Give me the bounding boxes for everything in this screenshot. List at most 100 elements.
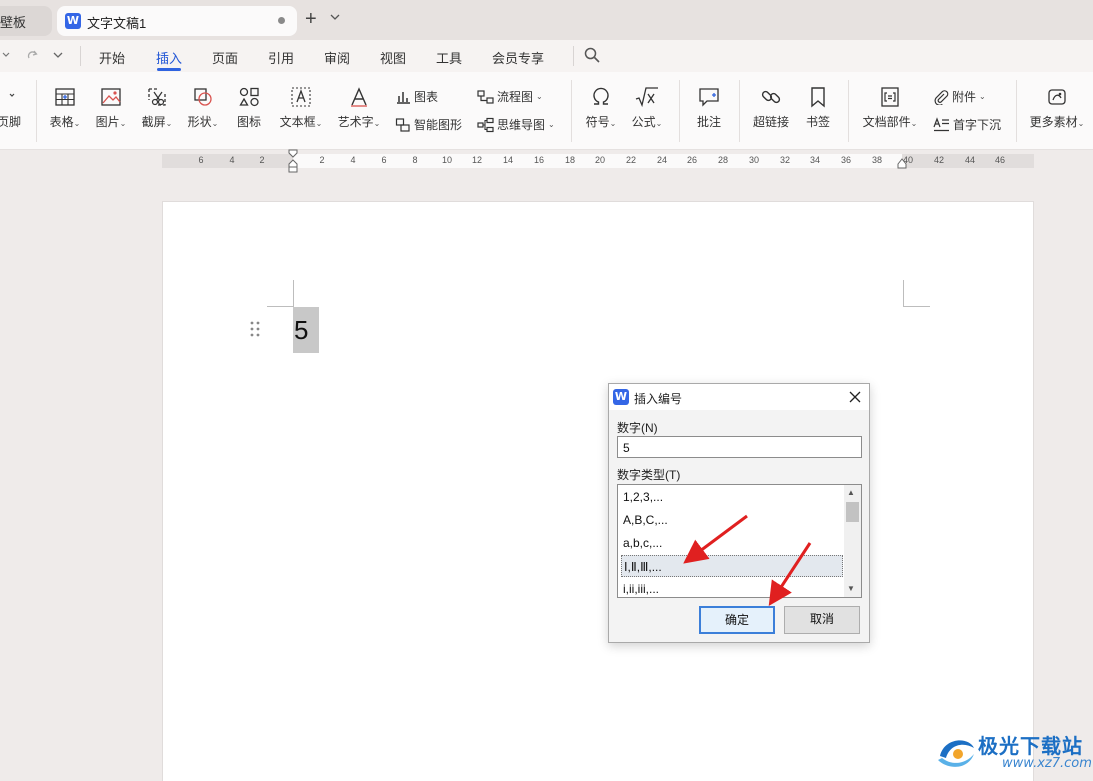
omega-symbol-icon bbox=[593, 87, 609, 105]
menu-bar: 开始 插入 页面 引用 审阅 视图 工具 会员专享 bbox=[0, 40, 1093, 72]
ruler-tick-label: 36 bbox=[840, 155, 852, 165]
document-selected-text[interactable]: 5 bbox=[293, 307, 319, 353]
screenshot-button[interactable]: 截屏⌄ bbox=[138, 86, 176, 130]
watermark-logo bbox=[938, 740, 974, 767]
ruler-tick-label: 8 bbox=[412, 155, 418, 165]
footer-label: 页脚 bbox=[0, 115, 21, 129]
tab-title: 文字文稿1 bbox=[87, 16, 147, 31]
ruler-tick-label: 46 bbox=[994, 155, 1006, 165]
indent-marker-icon[interactable] bbox=[288, 149, 298, 173]
redo-icon[interactable] bbox=[26, 48, 40, 62]
menu-references[interactable]: 引用 bbox=[268, 48, 294, 67]
flowchart-button[interactable]: 流程图 ⌄ bbox=[477, 88, 543, 105]
doc-parts-button[interactable]: 文档部件⌄ bbox=[861, 86, 919, 130]
menu-insert[interactable]: 插入 bbox=[156, 48, 182, 71]
ribbon-separator bbox=[739, 80, 740, 142]
comment-button[interactable]: 批注 bbox=[693, 86, 725, 130]
tab-dropdown-chevron-icon[interactable] bbox=[330, 13, 340, 21]
menu-review[interactable]: 审阅 bbox=[324, 48, 350, 67]
menu-page[interactable]: 页面 bbox=[212, 48, 238, 67]
icons-icon bbox=[239, 87, 259, 107]
ruler-tick-label: 22 bbox=[625, 155, 637, 165]
insert-number-dialog: W 插入编号 数字(N) 5 数字类型(T) 1,2,3,... A,B,C,.… bbox=[608, 383, 870, 643]
scroll-thumb[interactable] bbox=[846, 502, 859, 522]
paragraph-drag-handle-icon[interactable] bbox=[250, 321, 260, 337]
ruler-tick-label: 32 bbox=[779, 155, 791, 165]
ribbon-separator bbox=[571, 80, 572, 142]
wordart-label: 艺术字 bbox=[337, 115, 374, 129]
ruler-tick-label: 14 bbox=[502, 155, 514, 165]
list-item[interactable]: 1,2,3,... bbox=[621, 486, 843, 508]
new-tab-plus-icon[interactable]: + bbox=[305, 9, 317, 29]
textbox-label: 文本框 bbox=[279, 115, 316, 129]
ruler-tick-label: 24 bbox=[656, 155, 668, 165]
picture-button[interactable]: 图片⌄ bbox=[92, 86, 130, 130]
shape-label: 形状 bbox=[187, 115, 212, 129]
list-item[interactable]: A,B,C,... bbox=[621, 509, 843, 531]
symbol-button[interactable]: 符号⌄ bbox=[582, 86, 620, 130]
wordart-button[interactable]: 艺术字⌄ bbox=[335, 86, 383, 130]
footer-button[interactable]: 页脚 bbox=[0, 86, 24, 130]
scroll-up-icon[interactable]: ▲ bbox=[847, 488, 855, 497]
chart-button[interactable]: 图表 bbox=[395, 88, 438, 105]
undo-dropdown-chevron-icon[interactable] bbox=[2, 52, 10, 58]
ok-button[interactable]: 确定 bbox=[699, 606, 775, 634]
cancel-button[interactable]: 取消 bbox=[784, 606, 860, 634]
mindmap-button[interactable]: 思维导图 ⌄ bbox=[477, 116, 555, 133]
attachment-button[interactable]: 附件 ⌄ bbox=[933, 88, 986, 105]
list-item-selected[interactable]: Ⅰ,Ⅱ,Ⅲ,... bbox=[621, 555, 843, 577]
assets-icon bbox=[1048, 89, 1066, 105]
picture-icon bbox=[101, 88, 121, 106]
dialog-titlebar[interactable]: W 插入编号 bbox=[609, 384, 869, 410]
table-icon bbox=[55, 88, 75, 106]
shape-button[interactable]: 形状⌄ bbox=[184, 86, 222, 130]
tab-previous-document[interactable]: 壁板 bbox=[0, 6, 52, 36]
tab-document-active[interactable]: W 文字文稿1 bbox=[57, 6, 297, 36]
textbox-button[interactable]: 文本框⌄ bbox=[277, 86, 325, 130]
footer-icon bbox=[9, 93, 15, 97]
formula-icon bbox=[635, 87, 658, 108]
ruler-tick-label: 38 bbox=[871, 155, 883, 165]
close-icon[interactable] bbox=[845, 388, 865, 406]
number-input[interactable]: 5 bbox=[617, 436, 862, 458]
ruler-tick-label: 16 bbox=[533, 155, 545, 165]
list-item[interactable]: a,b,c,... bbox=[621, 532, 843, 554]
smart-graphic-button[interactable]: 智能图形 bbox=[395, 116, 462, 133]
bookmark-button[interactable]: 书签 bbox=[803, 86, 833, 130]
icon-library-button[interactable]: 图标 bbox=[232, 86, 266, 130]
unsaved-dot-icon[interactable] bbox=[278, 17, 285, 24]
mindmap-label: 思维导图 bbox=[497, 118, 546, 132]
number-type-list[interactable]: 1,2,3,... A,B,C,... a,b,c,... Ⅰ,Ⅱ,Ⅲ,... … bbox=[617, 484, 862, 598]
horizontal-ruler[interactable]: 6 4 2 2 4 6 8 10 12 14 16 18 20 22 24 26… bbox=[162, 149, 1034, 173]
comment-label: 批注 bbox=[696, 115, 721, 129]
more-assets-label: 更多素材 bbox=[1029, 115, 1078, 129]
menu-view[interactable]: 视图 bbox=[380, 48, 406, 67]
quick-access-chevron-icon[interactable] bbox=[53, 52, 63, 59]
menu-member[interactable]: 会员专享 bbox=[492, 48, 544, 67]
ribbon-toolbar: 页脚 表格⌄ 图片⌄ 截屏⌄ 形状⌄ 图标 文本框⌄ 艺术字⌄ 图表 智能图形 … bbox=[0, 72, 1093, 150]
ruler-tick-label: 26 bbox=[686, 155, 698, 165]
menu-tools[interactable]: 工具 bbox=[436, 48, 462, 67]
formula-label: 公式 bbox=[631, 115, 656, 129]
hyperlink-button[interactable]: 超链接 bbox=[751, 86, 791, 130]
right-indent-marker-icon[interactable] bbox=[897, 158, 907, 170]
more-assets-button[interactable]: 更多素材⌄ bbox=[1028, 86, 1086, 130]
dropcap-button[interactable]: 首字下沉 bbox=[933, 116, 1001, 133]
list-item[interactable]: i,ii,iii,... bbox=[621, 578, 843, 597]
dialog-title: 插入编号 bbox=[634, 392, 683, 406]
dropcap-icon bbox=[933, 116, 949, 131]
menu-home[interactable]: 开始 bbox=[99, 48, 125, 67]
dropcap-label: 首字下沉 bbox=[953, 118, 1002, 132]
ruler-tick-label: 20 bbox=[594, 155, 606, 165]
ruler-tick-label: 6 bbox=[198, 155, 204, 165]
ruler-tick-label: 4 bbox=[350, 155, 356, 165]
margin-corner-mark bbox=[903, 280, 930, 307]
formula-button[interactable]: 公式⌄ bbox=[628, 86, 666, 130]
ruler-tick-label: 28 bbox=[717, 155, 729, 165]
ruler-tick-label: 2 bbox=[319, 155, 325, 165]
table-button[interactable]: 表格⌄ bbox=[46, 86, 84, 130]
list-scrollbar[interactable]: ▲ ▼ bbox=[844, 485, 861, 597]
flowchart-label: 流程图 bbox=[497, 90, 534, 104]
search-icon[interactable] bbox=[583, 46, 601, 64]
scroll-down-icon[interactable]: ▼ bbox=[847, 584, 855, 593]
